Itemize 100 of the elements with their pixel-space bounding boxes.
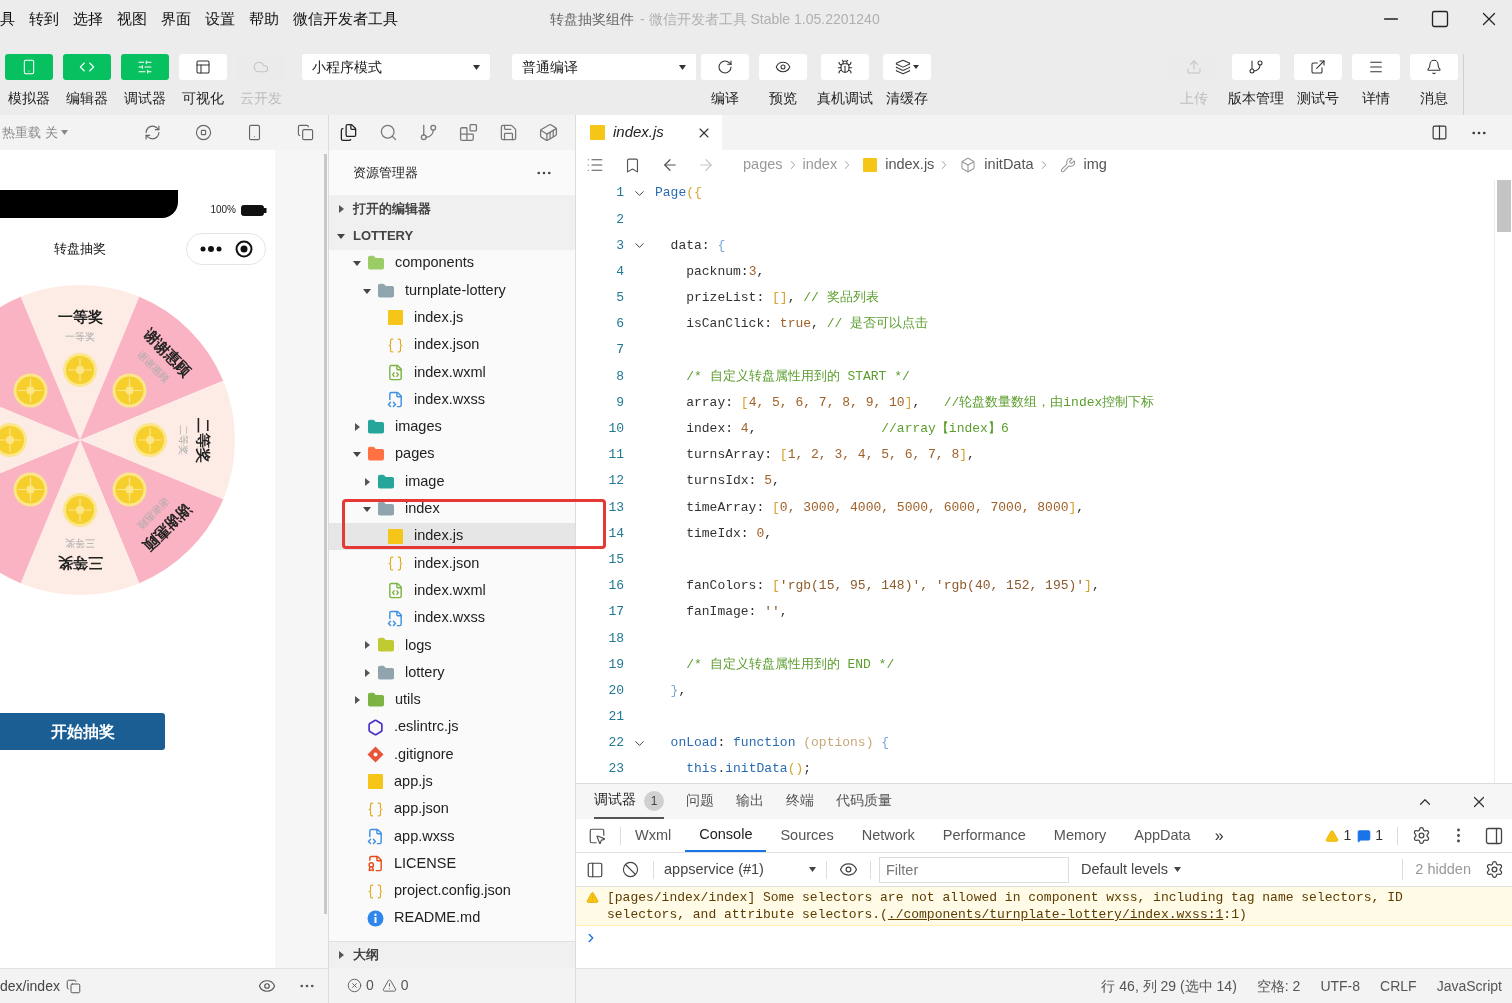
menu-item[interactable]: 帮助 bbox=[249, 7, 279, 31]
section-header[interactable]: 打开的编辑器 bbox=[329, 195, 575, 223]
eye-icon[interactable] bbox=[839, 860, 858, 879]
devtools-tab[interactable]: AppData bbox=[1120, 819, 1205, 852]
cursor-position[interactable]: 行 46, 列 29 (选中 14) bbox=[1101, 975, 1237, 997]
clear-icon[interactable] bbox=[622, 861, 639, 878]
tree-item[interactable]: turnplate-lottery bbox=[329, 276, 575, 305]
source-link[interactable]: ./components/turnplate-lottery/index.wxss:1 bbox=[887, 907, 1224, 922]
tree-item[interactable]: .gitignore bbox=[329, 740, 575, 769]
tree-item[interactable]: images bbox=[329, 413, 575, 441]
cache-button[interactable] bbox=[883, 54, 931, 80]
mode-select[interactable]: 小程序模式 bbox=[302, 54, 490, 80]
list-icon[interactable] bbox=[586, 156, 604, 174]
panel-tab[interactable]: 调试器 1 bbox=[594, 784, 664, 819]
windows-icon[interactable] bbox=[296, 124, 314, 141]
caret-icon bbox=[473, 64, 480, 70]
settings-icon[interactable] bbox=[1412, 826, 1431, 845]
menu-item[interactable]: 选择 bbox=[73, 7, 103, 31]
breadcrumb-item[interactable]: img bbox=[1083, 154, 1107, 176]
devtools-tab[interactable]: Memory bbox=[1039, 819, 1121, 852]
start-lottery-button[interactable]: 开始抽奖 bbox=[0, 713, 165, 750]
dock-icon[interactable] bbox=[1484, 825, 1504, 846]
tree-item[interactable]: logs bbox=[329, 631, 575, 660]
devtools-tab[interactable]: Wxml bbox=[621, 819, 686, 852]
split-editor-icon[interactable] bbox=[1431, 124, 1448, 141]
tree-item[interactable]: components bbox=[329, 249, 575, 277]
devtools-tab[interactable]: Sources bbox=[766, 819, 848, 852]
stop-icon[interactable] bbox=[194, 124, 212, 141]
devtools-tab[interactable]: Performance bbox=[928, 819, 1040, 852]
tree-item[interactable]: README.md bbox=[329, 904, 575, 932]
tree-item[interactable]: lottery bbox=[329, 659, 575, 687]
panel-tab[interactable]: 输出 bbox=[736, 784, 764, 819]
tree-item[interactable]: index.js bbox=[329, 304, 575, 332]
inspect-icon[interactable] bbox=[588, 826, 606, 845]
tree-item[interactable]: index.wxss bbox=[329, 386, 575, 414]
save-icon[interactable] bbox=[499, 123, 518, 142]
tree-item[interactable]: index.wxml bbox=[329, 577, 575, 605]
panel-tab[interactable]: 代码质量 bbox=[836, 784, 892, 819]
menu-item[interactable]: 界面 bbox=[161, 7, 191, 31]
filter-field[interactable]: Filter bbox=[879, 856, 1069, 883]
breadcrumb-item[interactable]: index.js bbox=[885, 154, 935, 176]
branch-icon bbox=[1248, 59, 1264, 75]
test-button[interactable] bbox=[1294, 54, 1342, 80]
container-icon[interactable] bbox=[539, 123, 558, 142]
tree-item[interactable]: index.json bbox=[329, 331, 575, 359]
tree-item[interactable]: index.json bbox=[329, 549, 575, 578]
tree-item[interactable]: image bbox=[329, 467, 575, 496]
encoding[interactable]: UTF-8 bbox=[1320, 975, 1361, 997]
menu-item[interactable]: 转到 bbox=[29, 7, 59, 31]
search-icon[interactable] bbox=[379, 123, 398, 142]
tree-item[interactable]: project.config.json bbox=[329, 877, 575, 905]
more-tabs-button[interactable]: » bbox=[1204, 823, 1234, 848]
compile-select[interactable]: 普通编译 bbox=[512, 54, 696, 80]
details-button[interactable] bbox=[1352, 54, 1400, 80]
levels-select[interactable]: Default levels bbox=[1081, 858, 1182, 881]
blocks-icon[interactable] bbox=[459, 123, 478, 142]
language-mode[interactable]: JavaScript bbox=[1436, 975, 1502, 997]
refresh-icon[interactable] bbox=[143, 124, 161, 141]
devtools-tab[interactable]: Console bbox=[685, 819, 767, 852]
sidebar-icon[interactable] bbox=[586, 860, 604, 879]
maximize-icon[interactable] bbox=[1430, 9, 1450, 29]
visual-button[interactable] bbox=[179, 54, 227, 80]
compile-button[interactable] bbox=[701, 54, 749, 80]
files-icon[interactable] bbox=[339, 123, 358, 142]
record-icon bbox=[234, 240, 253, 258]
tree-item[interactable]: .eslintrc.js bbox=[329, 713, 575, 741]
bookmark-icon[interactable] bbox=[624, 156, 641, 174]
context-select[interactable]: appservice (#1) bbox=[654, 858, 826, 881]
tree-item[interactable]: app.js bbox=[329, 768, 575, 796]
editor-tab[interactable]: index.js bbox=[576, 115, 722, 150]
tree-item[interactable]: app.json bbox=[329, 795, 575, 823]
tree-item[interactable]: index.wxml bbox=[329, 358, 575, 387]
device-button[interactable] bbox=[821, 54, 869, 80]
version-button[interactable] bbox=[1232, 54, 1280, 80]
tree-item[interactable]: pages bbox=[329, 440, 575, 468]
menu-item[interactable]: 视图 bbox=[117, 7, 147, 31]
branch-icon[interactable] bbox=[419, 123, 438, 142]
panel-tab[interactable]: 终端 bbox=[786, 784, 814, 819]
menu-item[interactable]: 微信开发者工具 bbox=[293, 7, 398, 31]
tree-item[interactable]: index.wxss bbox=[329, 604, 575, 632]
breadcrumb-item[interactable]: initData bbox=[984, 154, 1034, 176]
menu-item[interactable]: 设置 bbox=[205, 7, 235, 31]
indent-setting[interactable]: 空格: 2 bbox=[1256, 975, 1301, 997]
eye-icon[interactable] bbox=[258, 977, 276, 995]
section-header[interactable]: 大纲 bbox=[329, 941, 575, 968]
settings-icon[interactable] bbox=[1485, 860, 1504, 879]
caret-icon bbox=[679, 64, 686, 70]
panel-tab[interactable]: 问题 bbox=[686, 784, 714, 819]
devtools-tab[interactable]: Network bbox=[847, 819, 929, 852]
copy-icon[interactable] bbox=[65, 978, 81, 994]
section-header[interactable]: LOTTERY bbox=[329, 222, 575, 250]
line-ending[interactable]: CRLF bbox=[1380, 975, 1417, 997]
tree-item[interactable]: index bbox=[329, 495, 575, 523]
preview-button[interactable] bbox=[759, 54, 807, 80]
tree-item[interactable]: app.wxss bbox=[329, 822, 575, 851]
tree-item[interactable]: utils bbox=[329, 686, 575, 714]
menu-item[interactable]: 具 bbox=[0, 7, 15, 31]
messages-button[interactable] bbox=[1410, 54, 1458, 80]
back-icon[interactable] bbox=[661, 156, 679, 174]
tree-item[interactable]: LICENSE bbox=[329, 850, 575, 878]
